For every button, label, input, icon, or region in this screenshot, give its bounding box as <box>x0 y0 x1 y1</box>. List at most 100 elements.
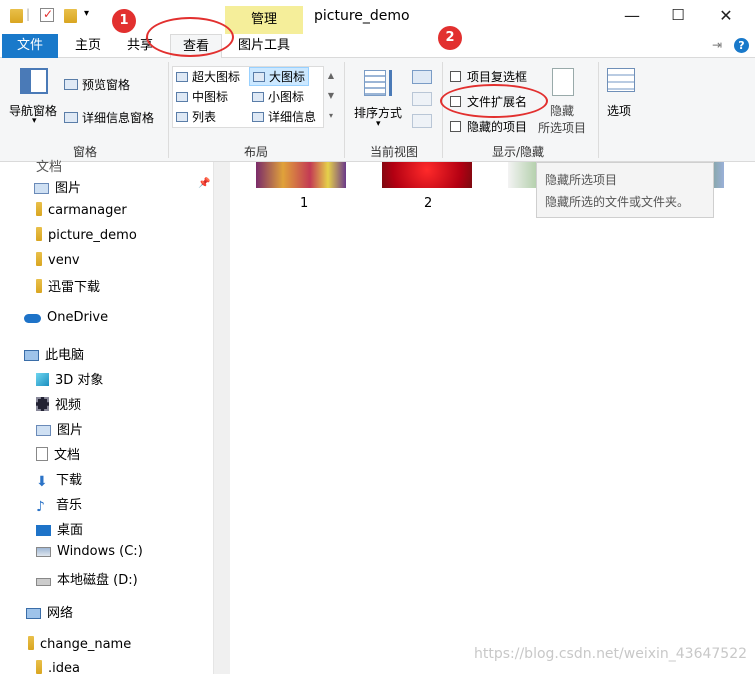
options-label: 选项 <box>607 104 632 118</box>
details-icon <box>252 112 264 122</box>
nav-item-picture-demo[interactable]: picture_demo <box>36 227 137 243</box>
nav-item-desktop[interactable]: 桌面 <box>36 519 83 538</box>
nav-item-windows-c[interactable]: Windows (C:) <box>36 544 143 559</box>
nav-item-this-pc[interactable]: 此电脑 <box>24 344 84 363</box>
file-name[interactable]: 1 <box>300 196 308 211</box>
tooltip: 隐藏所选项目 隐藏所选的文件或文件夹。 <box>536 162 714 218</box>
layout-gallery: 超大图标 大图标 中图标 小图标 列表 详细信息 <box>172 66 324 128</box>
item-checkboxes-toggle[interactable]: 项目复选框 <box>450 68 527 85</box>
nav-item-pictures-pinned[interactable]: 图片 <box>34 177 81 196</box>
group-label-pane: 窗格 <box>72 145 97 159</box>
medium-label: 中图标 <box>192 90 229 104</box>
options-button[interactable]: 选项 <box>602 66 642 126</box>
watermark: https://blog.csdn.net/weixin_43647522 <box>474 646 748 662</box>
ribbon-divider <box>344 62 345 158</box>
details-pane-label: 详细信息窗格 <box>82 111 155 125</box>
help-icon[interactable]: ? <box>734 38 749 53</box>
ribbon-divider <box>168 62 169 158</box>
layout-details[interactable]: 详细信息 <box>252 108 316 125</box>
maximize-button[interactable]: ☐ <box>668 6 688 24</box>
group-by-button[interactable] <box>412 70 432 84</box>
file-name[interactable]: 2 <box>424 196 432 211</box>
separator-icon: | <box>26 7 31 21</box>
nav-item-change-name[interactable]: change_name <box>28 636 131 652</box>
layout-list[interactable]: 列表 <box>176 108 216 125</box>
nav-item-3d-objects[interactable]: 3D 对象 <box>36 369 103 388</box>
nav-label: 图片 <box>55 181 82 196</box>
add-columns-button[interactable] <box>412 92 432 106</box>
download-arrow-icon: ⬇ <box>36 474 48 490</box>
chevron-down-icon: ▾ <box>32 116 37 126</box>
nav-item-xunlei[interactable]: 迅雷下载 <box>36 276 100 295</box>
nav-pane-icon <box>20 68 48 94</box>
nav-pane-button[interactable]: 导航窗格 ▾ <box>6 66 64 126</box>
layout-large[interactable]: 大图标 <box>249 67 310 86</box>
nav-label: picture_demo <box>48 228 137 243</box>
sort-by-button[interactable]: 排序方式 ▾ <box>350 66 408 132</box>
properties-icon[interactable]: ✓ <box>40 7 54 22</box>
network-icon <box>26 608 41 619</box>
folder-icon <box>36 660 42 674</box>
tab-picture-tools[interactable]: 图片工具 <box>230 34 298 58</box>
size-columns-button[interactable] <box>412 114 432 128</box>
nav-item-venv[interactable]: venv <box>36 252 80 268</box>
explorer-window: | ✓ ▾ 管理 picture_demo — ☐ ✕ 文件 主页 共享 查看 … <box>0 0 755 676</box>
nav-label: venv <box>48 253 80 268</box>
nav-label: Windows (C:) <box>57 544 143 559</box>
list-icon <box>176 112 188 122</box>
group-label-layout: 布局 <box>243 145 268 159</box>
preview-pane-label: 预览窗格 <box>82 78 131 92</box>
window-title: picture_demo <box>314 8 410 24</box>
thumbnail-image[interactable] <box>382 162 472 188</box>
nav-label: OneDrive <box>47 310 109 325</box>
pin-ribbon-icon[interactable]: ⇥ <box>712 38 722 52</box>
folder-icon <box>36 202 42 216</box>
nav-item-local-d[interactable]: 本地磁盘 (D:) <box>36 569 138 588</box>
navigation-pane: 文档 图片 📌 carmanager picture_demo venv 迅雷下… <box>0 160 214 676</box>
checkbox[interactable] <box>450 121 461 132</box>
nav-item-network[interactable]: 网络 <box>26 602 73 621</box>
pictures-icon <box>36 425 51 436</box>
minimize-button[interactable]: — <box>622 6 642 25</box>
small-label: 小图标 <box>268 90 305 104</box>
layout-extra-large[interactable]: 超大图标 <box>176 68 240 85</box>
preview-pane-button[interactable]: 预览窗格 <box>64 76 130 93</box>
tab-home[interactable]: 主页 <box>66 34 110 58</box>
document-icon <box>36 447 48 461</box>
details-pane-button[interactable]: 详细信息窗格 <box>64 109 154 126</box>
nav-item-music[interactable]: ♪ 音乐 <box>36 494 82 515</box>
close-button[interactable]: ✕ <box>716 6 736 25</box>
nav-item-carmanager[interactable]: carmanager <box>36 202 127 218</box>
layout-small[interactable]: 小图标 <box>252 88 304 105</box>
hidden-items-toggle[interactable]: 隐藏的项目 <box>450 118 527 135</box>
small-icons-icon <box>252 92 264 102</box>
details-pane-icon <box>64 112 78 123</box>
nav-label: 本地磁盘 (D:) <box>57 573 138 588</box>
nav-item-downloads[interactable]: ⬇ 下载 <box>36 469 82 490</box>
folder-icon <box>36 252 42 266</box>
new-folder-icon[interactable] <box>64 9 77 23</box>
nav-label: 桌面 <box>57 523 84 538</box>
hide-selected-icon <box>552 68 574 96</box>
nav-item-documents[interactable]: 文档 <box>36 444 80 463</box>
nav-item-documents-partial[interactable]: 文档 <box>36 156 62 175</box>
nav-item-onedrive[interactable]: OneDrive <box>24 310 108 325</box>
nav-label: change_name <box>40 637 132 652</box>
customize-quick-access-icon[interactable]: ▾ <box>84 8 89 19</box>
thumbnail-image[interactable] <box>256 162 346 188</box>
layout-medium[interactable]: 中图标 <box>176 88 228 105</box>
options-icon <box>607 68 635 92</box>
medium-icons-icon <box>176 92 188 102</box>
large-label: 大图标 <box>269 70 306 84</box>
tooltip-title: 隐藏所选项目 <box>545 173 618 187</box>
cube-icon <box>36 373 49 386</box>
pin-icon[interactable]: 📌 <box>198 178 210 189</box>
checkbox[interactable] <box>450 71 461 82</box>
list-label: 列表 <box>192 110 217 124</box>
tab-file[interactable]: 文件 <box>2 34 58 58</box>
nav-scrollbar[interactable] <box>214 162 230 674</box>
tab-manage[interactable]: 管理 <box>225 6 303 34</box>
layout-scrollbar[interactable]: ▲ ▼ ▾ <box>326 66 336 128</box>
nav-item-videos[interactable]: 视频 <box>36 394 81 413</box>
nav-item-pictures[interactable]: 图片 <box>36 419 83 438</box>
